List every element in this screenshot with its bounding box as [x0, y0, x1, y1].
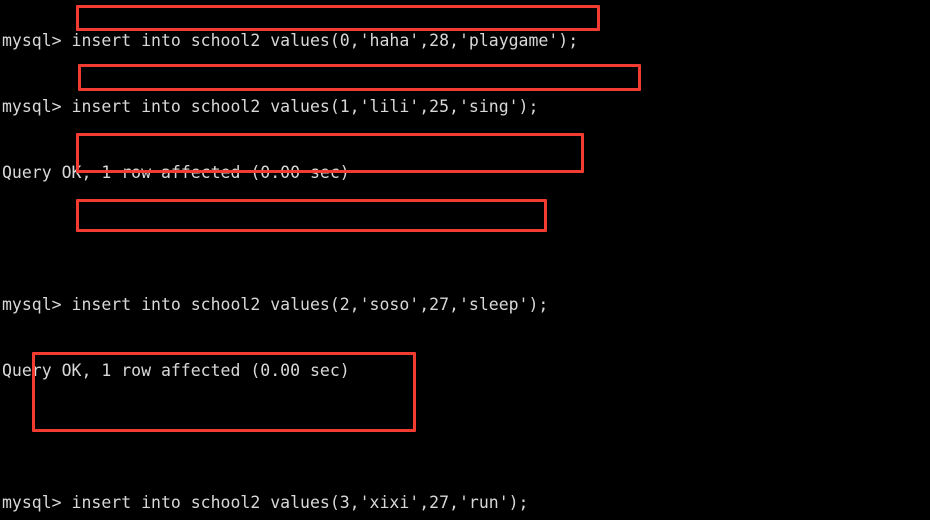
terminal-line-result-2: Query OK, 1 row affected (0.00 sec): [2, 361, 350, 380]
terminal-line-partial-top: mysql> insert into school2 values(0,'hah…: [2, 31, 579, 50]
terminal-line-insert-3: mysql> insert into school2 values(3,'xix…: [2, 493, 529, 512]
terminal-window[interactable]: mysql> insert into school2 values(0,'hah…: [0, 0, 930, 520]
terminal-output: mysql> insert into school2 values(0,'hah…: [0, 0, 930, 520]
terminal-line-insert-2: mysql> insert into school2 values(2,'sos…: [2, 295, 549, 314]
terminal-line-result-1: Query OK, 1 row affected (0.00 sec): [2, 163, 350, 182]
terminal-line-blank-2: [2, 426, 930, 448]
terminal-line-blank-1: [2, 228, 930, 250]
terminal-line-insert-1: mysql> insert into school2 values(1,'lil…: [2, 97, 539, 116]
